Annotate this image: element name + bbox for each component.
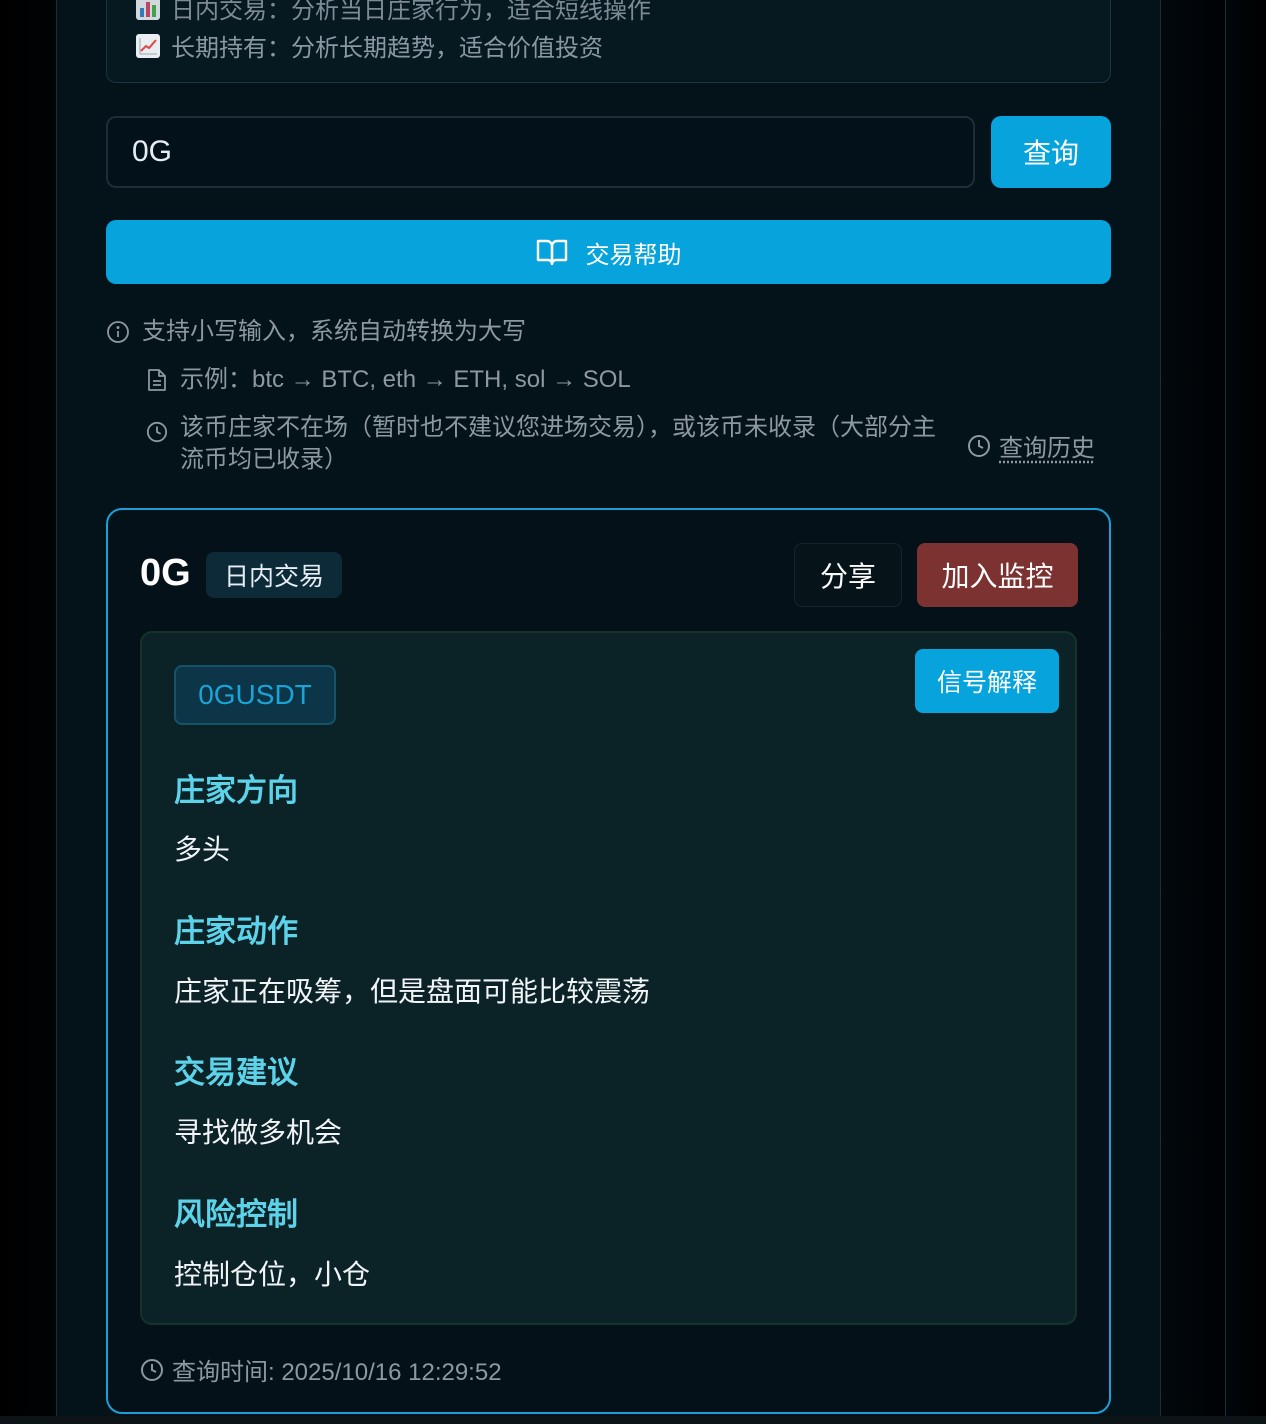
page: 日内交易：分析当日庄家行为，适合短线操作 长期持有：分析长期趋势，适合价值投资 … [0, 0, 1266, 1424]
book-open-icon [536, 239, 567, 266]
mode-intraday-line: 日内交易：分析当日庄家行为，适合短线操作 [135, 0, 651, 25]
mode-intraday-text: 日内交易：分析当日庄家行为，适合短线操作 [171, 0, 651, 24]
section-value-advice: 寻找做多机会 [174, 1117, 343, 1148]
trading-help-button[interactable]: 交易帮助 [106, 220, 1111, 284]
trading-pair-tag: 0GUSDT [174, 665, 336, 725]
section-label-action: 庄家动作 [174, 914, 298, 949]
right-border [1160, 0, 1161, 1416]
mode-tag: 日内交易 [206, 552, 343, 598]
clock-icon [146, 421, 168, 443]
hint-uppercase: 支持小写输入，系统自动转换为大写 [106, 316, 526, 348]
section-value-action: 庄家正在吸筹，但是盘面可能比较震荡 [174, 976, 651, 1007]
clock-icon [968, 434, 990, 457]
result-card: 0G 日内交易 分享 加入监控 0GUSDT 信号解释 庄家方向 多头 庄家动作… [106, 508, 1111, 1414]
hint-notice: 该币庄家不在场（暂时也不建议您进场交易），或该币未收录（大部分主流币均已收录） [146, 412, 956, 476]
mode-info-box: 日内交易：分析当日庄家行为，适合短线操作 长期持有：分析长期趋势，适合价值投资 [106, 0, 1111, 83]
document-icon [148, 369, 166, 391]
trading-help-label: 交易帮助 [585, 241, 682, 269]
section-value-risk: 控制仓位，小仓 [174, 1259, 371, 1290]
section-label-direction: 庄家方向 [174, 773, 298, 808]
section-label-advice: 交易建议 [174, 1055, 298, 1090]
bottom-strip [0, 1416, 1266, 1424]
hint-example-text: 示例：btc → BTC, eth → ETH, sol → SOL [180, 366, 631, 393]
query-history-label: 查询历史 [999, 435, 1095, 462]
signal-panel: 0GUSDT 信号解释 庄家方向 多头 庄家动作 庄家正在吸筹，但是盘面可能比较… [140, 631, 1077, 1325]
query-history-link[interactable]: 查询历史 [967, 428, 1095, 463]
signal-explain-button[interactable]: 信号解释 [915, 649, 1059, 713]
scroll-track-border [1225, 0, 1226, 1416]
coin-symbol: 0G [140, 552, 191, 594]
bar-chart-icon [135, 0, 161, 21]
mode-longterm-text: 长期持有：分析长期趋势，适合价值投资 [171, 35, 603, 62]
hint-example: 示例：btc → BTC, eth → ETH, sol → SOL [146, 364, 631, 396]
mode-longterm-line: 长期持有：分析长期趋势，适合价值投资 [135, 28, 603, 63]
query-time-text: 查询时间: 2025/10/16 12:29:52 [172, 1359, 502, 1386]
section-label-risk: 风险控制 [174, 1197, 298, 1232]
query-button[interactable]: 查询 [991, 116, 1111, 188]
hint-notice-text: 该币庄家不在场（暂时也不建议您进场交易），或该币未收录（大部分主流币均已收录） [180, 414, 936, 473]
chart-increasing-icon [135, 33, 161, 59]
left-border [56, 0, 57, 1416]
add-monitor-button[interactable]: 加入监控 [917, 543, 1078, 607]
section-value-direction: 多头 [174, 834, 231, 865]
query-time: 查询时间: 2025/10/16 12:29:52 [140, 1352, 502, 1387]
info-icon [107, 321, 129, 343]
coin-search-input[interactable] [106, 116, 975, 188]
clock-icon [141, 1358, 163, 1381]
hint-uppercase-text: 支持小写输入，系统自动转换为大写 [142, 318, 526, 345]
share-button[interactable]: 分享 [794, 543, 902, 607]
